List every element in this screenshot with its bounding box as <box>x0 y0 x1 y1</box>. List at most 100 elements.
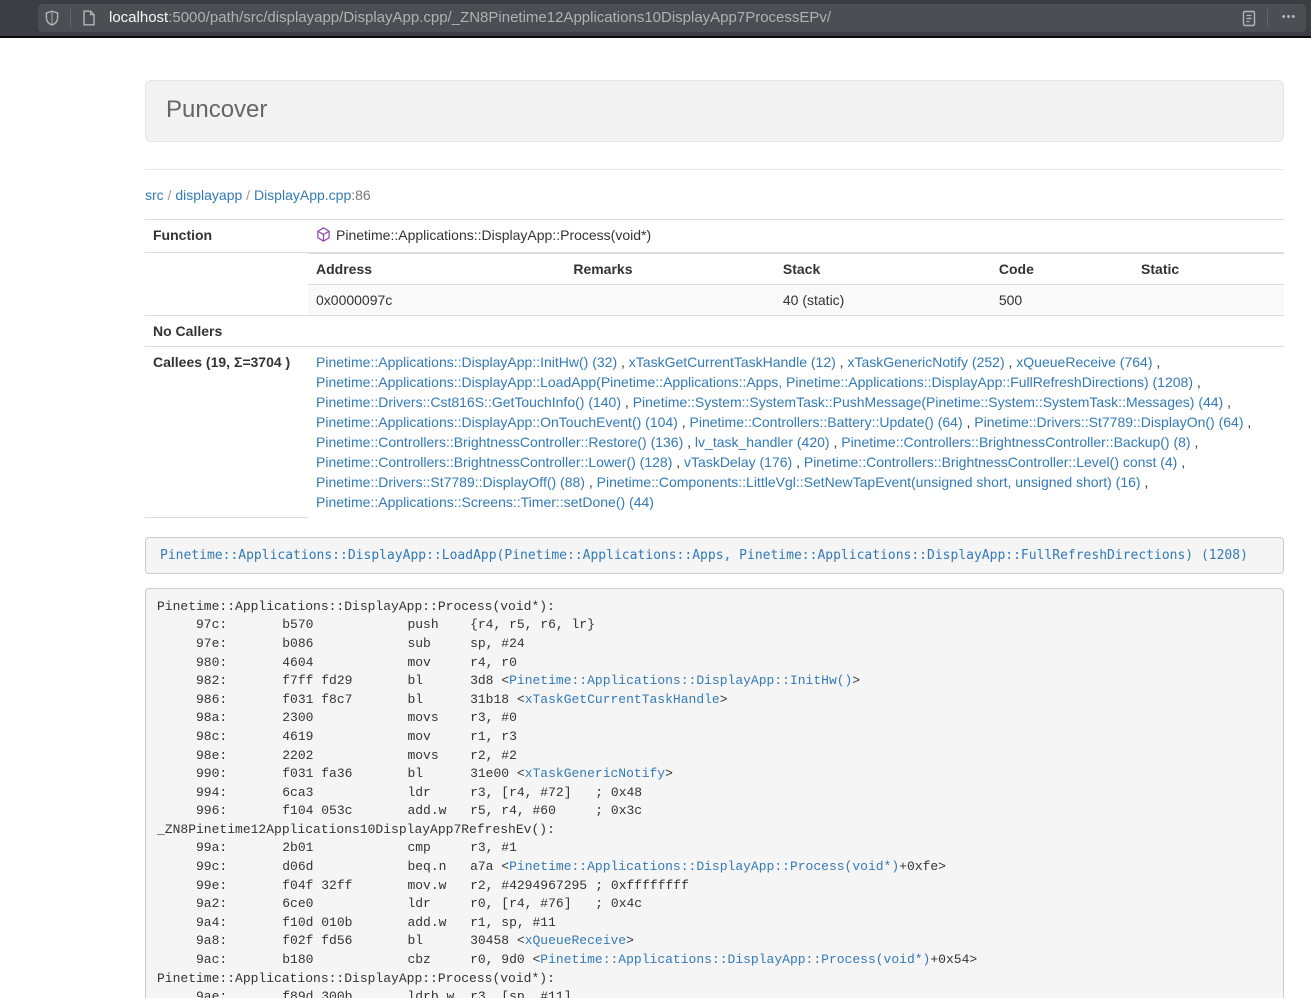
url-bar[interactable]: localhost:5000/path/src/displayapp/Displ… <box>38 4 1306 32</box>
function-details-row: Address Remarks Stack Code Static 0x0000… <box>145 253 1284 316</box>
url-path: :5000/path/src/displayapp/DisplayApp.cpp… <box>168 9 831 26</box>
callees-row: Callees (19, Σ=3704 ) Pinetime::Applicat… <box>145 347 1284 518</box>
callees-separator: , <box>1177 454 1185 470</box>
callees-separator: , <box>617 354 629 370</box>
function-row: Function Pinetime::Applications::Display… <box>145 220 1284 253</box>
callee-link[interactable]: Pinetime::Controllers::Battery::Update()… <box>690 414 963 430</box>
function-details-table: Address Remarks Stack Code Static 0x0000… <box>308 253 1284 315</box>
assembly-code: Pinetime::Applications::DisplayApp::Proc… <box>157 599 977 998</box>
callees-separator: , <box>1244 414 1252 430</box>
callee-link[interactable]: Pinetime::Applications::DisplayApp::Load… <box>316 374 1193 390</box>
value-code: 500 <box>991 285 1133 316</box>
function-row-label: Function <box>145 220 308 253</box>
page-info-icon[interactable] <box>75 4 103 32</box>
callees-separator: , <box>1191 434 1199 450</box>
shield-icon[interactable] <box>38 4 66 32</box>
browser-chrome-border <box>0 36 1311 38</box>
breadcrumb-link[interactable]: displayapp <box>175 187 242 203</box>
assembly-symbol-link[interactable]: Pinetime::Applications::DisplayApp::Init… <box>509 673 852 688</box>
callee-link[interactable]: Pinetime::Drivers::St7789::DisplayOff() … <box>316 474 585 490</box>
callee-link[interactable]: Pinetime::Controllers::BrightnessControl… <box>316 434 683 450</box>
callees-separator: , <box>1005 354 1017 370</box>
no-callers-label: No Callers <box>145 316 308 347</box>
breadcrumb-link[interactable]: DisplayApp.cpp <box>254 187 351 203</box>
details-header-row: Address Remarks Stack Code Static <box>308 254 1284 285</box>
callee-link[interactable]: lv_task_handler (420) <box>695 434 830 450</box>
callees-separator: , <box>836 354 848 370</box>
assembly-symbol-link[interactable]: xQueueReceive <box>525 933 626 948</box>
column-code: Code <box>991 254 1133 285</box>
callees-separator: , <box>672 454 684 470</box>
function-name: Pinetime::Applications::DisplayApp::Proc… <box>336 227 651 243</box>
breadcrumb-line-number: :86 <box>351 187 370 203</box>
breadcrumb: src / displayapp / DisplayApp.cpp:86 <box>145 186 1284 206</box>
callee-link[interactable]: Pinetime::Controllers::BrightnessControl… <box>841 434 1190 450</box>
callees-separator: , <box>585 474 597 490</box>
callee-link[interactable]: xTaskGenericNotify (252) <box>847 354 1004 370</box>
column-static: Static <box>1133 254 1284 285</box>
reader-mode-icon[interactable] <box>1235 4 1263 32</box>
callee-link[interactable]: vTaskDelay (176) <box>684 454 792 470</box>
urlbar-divider <box>70 9 71 27</box>
callees-separator: , <box>683 434 695 450</box>
value-static <box>1133 285 1284 316</box>
callees-label: Callees (19, Σ=3704 ) <box>145 347 308 518</box>
function-details-cell: Address Remarks Stack Code Static 0x0000… <box>308 253 1284 316</box>
column-address: Address <box>308 254 565 285</box>
callee-link[interactable]: xTaskGetCurrentTaskHandle (12) <box>629 354 836 370</box>
page-container: Puncover src / displayapp / DisplayApp.c… <box>145 80 1284 998</box>
column-remarks: Remarks <box>565 254 775 285</box>
callees-separator: , <box>830 434 842 450</box>
header-divider <box>145 169 1284 170</box>
callees-separator: , <box>678 414 690 430</box>
app-header: Puncover <box>145 80 1284 142</box>
assembly-symbol-link[interactable]: xTaskGetCurrentTaskHandle <box>525 692 720 707</box>
value-address: 0x0000097c <box>308 285 565 316</box>
symbol-cube-icon <box>316 227 331 247</box>
callee-link[interactable]: Pinetime::Applications::DisplayApp::Init… <box>316 354 617 370</box>
assembly-listing: Pinetime::Applications::DisplayApp::Proc… <box>145 588 1284 998</box>
callees-separator: , <box>621 394 633 410</box>
callee-link[interactable]: Pinetime::Controllers::BrightnessControl… <box>316 454 672 470</box>
breadcrumb-links: src / displayapp / DisplayApp.cpp <box>145 187 351 203</box>
callees-separator: , <box>1223 394 1231 410</box>
meatball-menu-icon[interactable]: ••• <box>1272 4 1306 32</box>
value-remarks <box>565 285 775 316</box>
details-value-row: 0x0000097c 40 (static) 500 <box>308 285 1284 316</box>
value-stack: 40 (static) <box>775 285 991 316</box>
callee-link[interactable]: Pinetime::Components::LittleVgl::SetNewT… <box>597 474 1141 490</box>
breadcrumb-link[interactable]: src <box>145 187 164 203</box>
breadcrumb-separator: / <box>242 187 254 203</box>
callees-separator: , <box>1141 474 1149 490</box>
callee-link[interactable]: Pinetime::Applications::Screens::Timer::… <box>316 494 654 510</box>
no-callers-row: No Callers <box>145 316 1284 347</box>
callees-list: Pinetime::Applications::DisplayApp::Init… <box>316 354 1251 510</box>
assembly-symbol-link[interactable]: Pinetime::Applications::DisplayApp::Proc… <box>540 952 930 967</box>
browser-toolbar: localhost:5000/path/src/displayapp/Displ… <box>0 0 1311 36</box>
callees-separator: , <box>792 454 804 470</box>
function-table: Function Pinetime::Applications::Display… <box>145 219 1284 518</box>
callee-link[interactable]: Pinetime::Drivers::St7789::DisplayOn() (… <box>974 414 1243 430</box>
url-host: localhost <box>109 9 168 26</box>
callees-separator: , <box>1193 374 1201 390</box>
highlighted-call-box: Pinetime::Applications::DisplayApp::Load… <box>145 537 1284 574</box>
no-callers-cell <box>308 316 1284 347</box>
page-title: Puncover <box>166 96 267 123</box>
url-text[interactable]: localhost:5000/path/src/displayapp/Displ… <box>109 7 1235 28</box>
callee-link[interactable]: Pinetime::Applications::DisplayApp::OnTo… <box>316 414 678 430</box>
callee-link[interactable]: xQueueReceive (764) <box>1016 354 1152 370</box>
empty-row-label <box>145 253 308 316</box>
callee-link[interactable]: Pinetime::Controllers::BrightnessControl… <box>804 454 1177 470</box>
assembly-symbol-link[interactable]: Pinetime::Applications::DisplayApp::Proc… <box>509 859 899 874</box>
callee-link[interactable]: Pinetime::System::SystemTask::PushMessag… <box>633 394 1224 410</box>
callees-cell: Pinetime::Applications::DisplayApp::Init… <box>308 347 1284 518</box>
breadcrumb-separator: / <box>164 187 176 203</box>
column-stack: Stack <box>775 254 991 285</box>
function-name-cell: Pinetime::Applications::DisplayApp::Proc… <box>308 220 1284 253</box>
callee-link[interactable]: Pinetime::Drivers::Cst816S::GetTouchInfo… <box>316 394 621 410</box>
urlbar-divider <box>1267 9 1268 27</box>
callees-separator: , <box>963 414 975 430</box>
highlighted-call-link[interactable]: Pinetime::Applications::DisplayApp::Load… <box>160 548 1248 563</box>
callees-separator: , <box>1152 354 1160 370</box>
assembly-symbol-link[interactable]: xTaskGenericNotify <box>525 766 665 781</box>
